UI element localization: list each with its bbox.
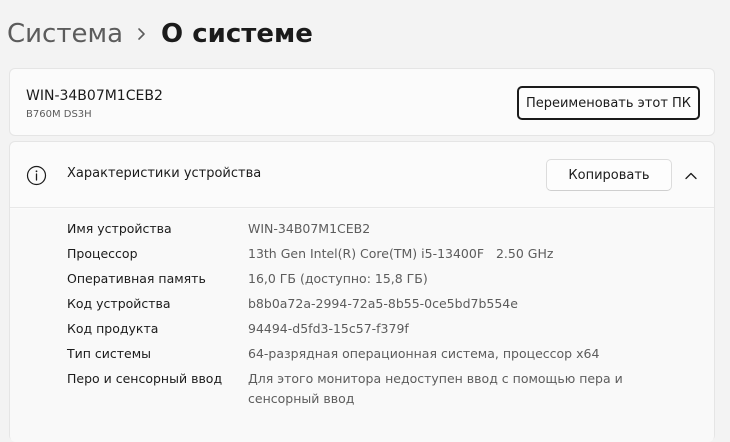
spec-value[interactable]: 64-разрядная операционная система, проце… <box>248 344 643 364</box>
spec-label: Имя устройства <box>67 221 172 236</box>
spec-value[interactable]: 13th Gen Intel(R) Core(TM) i5-13400F 2.5… <box>248 244 643 264</box>
chevron-right-icon <box>137 27 147 41</box>
pc-model: B760M DS3H <box>26 109 92 120</box>
spec-label: Перо и сенсорный ввод <box>67 371 223 386</box>
spec-label: Оперативная память <box>67 271 206 286</box>
device-specs-list: Имя устройства WIN-34B07M1CEB2 Процессор… <box>10 209 714 442</box>
chevron-up-icon[interactable] <box>683 168 699 184</box>
spec-label: Процессор <box>67 246 138 261</box>
device-specs-title: Характеристики устройства <box>67 166 262 181</box>
spec-label: Код продукта <box>67 321 159 336</box>
spec-value[interactable]: 94494-d5fd3-15c57-f379f <box>248 319 643 339</box>
spec-label: Код устройства <box>67 296 171 311</box>
spec-value[interactable]: b8b0a72a-2994-72a5-8b55-0ce5bd7b554e <box>248 294 643 314</box>
spec-value[interactable]: 16,0 ГБ (доступно: 15,8 ГБ) <box>248 269 643 289</box>
pc-name-card: WIN-34B07M1CEB2 B760M DS3H Переименовать… <box>9 68 715 136</box>
page-title: О системе <box>161 19 313 49</box>
breadcrumb-parent-system[interactable]: Система <box>7 19 123 49</box>
breadcrumb: Система О системе <box>7 14 313 54</box>
spec-label: Тип системы <box>67 346 152 361</box>
pc-name: WIN-34B07M1CEB2 <box>26 88 163 104</box>
device-specs-header[interactable]: Характеристики устройства Копировать <box>10 142 714 208</box>
spec-value[interactable]: WIN-34B07M1CEB2 <box>248 219 643 239</box>
info-icon <box>26 165 47 186</box>
spec-value[interactable]: Для этого монитора недоступен ввод с пом… <box>248 369 633 409</box>
device-specs-card: Характеристики устройства Копировать Имя… <box>9 141 715 442</box>
rename-pc-button[interactable]: Переименовать этот ПК <box>517 86 700 120</box>
copy-specs-button[interactable]: Копировать <box>546 159 672 191</box>
